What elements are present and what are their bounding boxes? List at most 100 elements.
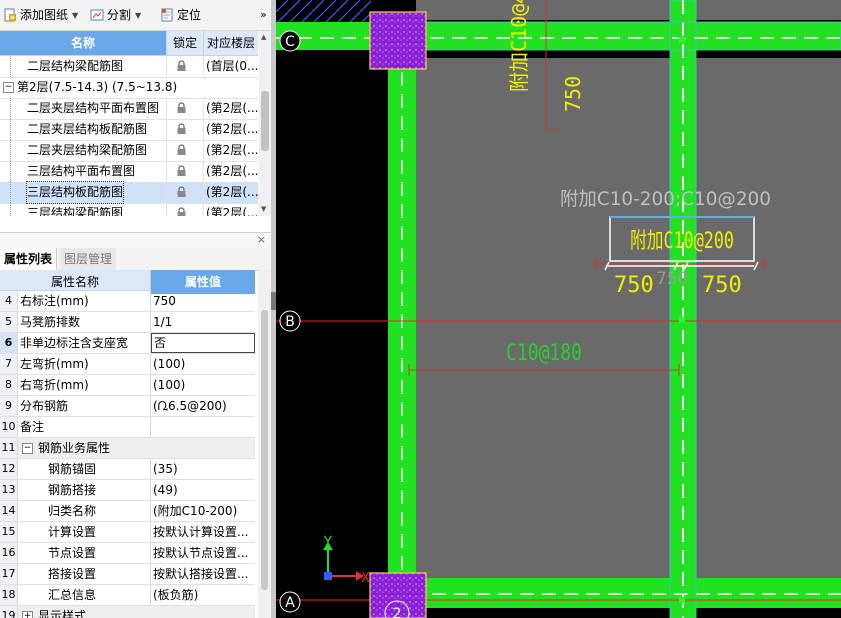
property-row[interactable]: 18 汇总信息 (板负筋) (0, 585, 255, 606)
scroll-down-icon[interactable]: ▼ (261, 205, 266, 213)
property-name: 归类名称 (48, 504, 97, 518)
tab-property-list[interactable]: 属性列表 (0, 248, 58, 270)
property-row[interactable]: 16 节点设置 按默认节点设置... (0, 543, 255, 564)
property-row[interactable]: 4 右标注(mm) 750 (0, 291, 255, 312)
property-value[interactable]: 按默认节点设置... (153, 543, 253, 563)
drawing-row[interactable]: 二层结构梁配筋图 (首层(0... (0, 56, 258, 78)
property-row[interactable]: 14 归类名称 (附加C10-200) (0, 501, 255, 522)
grip-point[interactable] (679, 37, 685, 43)
drawing-name: 三层结构平面布置图 (27, 164, 136, 178)
lock-icon[interactable] (176, 144, 187, 156)
axis-label-a: A (285, 595, 295, 611)
property-row[interactable]: 5 马凳筋排数 1/1 (0, 312, 255, 333)
wall-hatch (276, 0, 371, 22)
split-button[interactable]: 分割 ▼ (90, 6, 141, 24)
property-value[interactable]: (35) (153, 459, 253, 479)
property-row[interactable]: 12 钢筋锚固 (35) (0, 459, 255, 480)
gray-rebar-label: 附加C10-200;C10@200 (560, 188, 771, 210)
scrollbar-thumb[interactable] (261, 310, 268, 590)
property-name: 分布钢筋 (20, 399, 69, 413)
drawing-row[interactable]: 二层夹层结构板配筋图 (第2层(... (0, 119, 258, 141)
cad-drawing: C B A 2 附加C10@40 750 附加C10-200;C10@200 附… (276, 0, 841, 618)
lock-icon[interactable] (176, 165, 187, 177)
hidden-dim-label: 750 (656, 269, 688, 289)
property-name: 马凳筋排数 (20, 315, 81, 329)
property-group-row[interactable]: 11− 钢筋业务属性 (0, 438, 255, 459)
property-value[interactable]: (板负筋) (153, 585, 253, 605)
column-header-lock[interactable]: 锁定 (167, 31, 204, 55)
expand-icon[interactable]: + (22, 611, 33, 618)
lock-icon[interactable] (176, 60, 187, 72)
drawing-row[interactable]: 二层夹层结构梁配筋图 (第2层(... (0, 140, 258, 162)
drawing-row[interactable]: 二层夹层结构平面布置图 (第2层(... (0, 98, 258, 120)
property-row[interactable]: 10 备注 (0, 417, 255, 438)
row-number: 19 (0, 606, 18, 618)
row-number: 13 (0, 480, 18, 500)
column-header-name[interactable]: 名称 (0, 31, 167, 55)
drawing-toolbar: 添加图纸 ▼ 分割 ▼ 定位 » (0, 0, 271, 31)
collapse-icon[interactable]: − (3, 82, 14, 93)
column-header-floor[interactable]: 对应楼层 (204, 31, 258, 55)
row-number: 5 (0, 312, 18, 332)
cad-drawing-canvas[interactable]: C B A 2 附加C10@40 750 附加C10-200;C10@200 附… (276, 0, 841, 618)
lock-icon[interactable] (176, 123, 187, 135)
beam-axis-c (276, 22, 841, 50)
panel-splitter[interactable]: × (0, 232, 271, 249)
property-value[interactable]: (ᘩ6.5@200) (153, 396, 253, 416)
void-area (276, 50, 388, 618)
grip-point[interactable] (679, 597, 685, 603)
property-list-scrollbar[interactable] (258, 270, 271, 618)
property-value[interactable]: 按默认计算设置... (153, 522, 253, 542)
property-row[interactable]: 13 钢筋搭接 (49) (0, 480, 255, 501)
drawing-list-scrollbar[interactable]: ▲ ▼ (259, 31, 271, 216)
slab-panel (416, 58, 670, 578)
row-number: 12 (0, 459, 18, 479)
toolbar-more-button[interactable]: » (260, 6, 267, 24)
property-row[interactable]: 8 右弯折(mm) (100) (0, 375, 255, 396)
drawing-row[interactable]: 三层结构板配筋图 (第2层(... (0, 181, 258, 204)
axis-label-b: B (285, 314, 295, 330)
drawing-row[interactable]: 三层结构梁配筋图 (第2层(... (0, 203, 258, 216)
property-value[interactable]: (49) (153, 480, 253, 500)
vertical-dim-label: 750 (561, 76, 585, 112)
row-number: 17 (0, 564, 18, 584)
drawing-row[interactable]: 三层结构平面布置图 (第2层(... (0, 161, 258, 183)
scrollbar-thumb[interactable] (261, 91, 269, 151)
add-drawing-label: 添加图纸 (20, 8, 69, 22)
property-row[interactable]: 9 分布钢筋 (ᘩ6.5@200) (0, 396, 255, 417)
property-value[interactable]: 750 (153, 291, 253, 311)
property-value[interactable]: (附加C10-200) (153, 501, 253, 521)
scroll-up-icon[interactable]: ▲ (261, 33, 266, 41)
property-name: 搭接设置 (48, 567, 97, 581)
lock-icon[interactable] (176, 207, 187, 216)
split-label: 分割 (107, 8, 132, 22)
property-row[interactable]: 17 搭接设置 按默认搭接设置... (0, 564, 255, 585)
property-row[interactable]: 15 计算设置 按默认计算设置... (0, 522, 255, 543)
row-number: 8 (0, 375, 18, 395)
property-value[interactable]: (100) (153, 354, 253, 374)
lock-icon[interactable] (176, 186, 187, 198)
property-value-input[interactable]: 否 (151, 333, 255, 353)
grip-point[interactable] (679, 317, 685, 323)
floor-group-row[interactable]: − 第2层(7.5-14.3) (7.5~13.8) (0, 77, 258, 99)
ucs-x-label: X (361, 571, 370, 586)
drawing-floor: (第2层(... (206, 101, 258, 115)
property-name: 右弯折(mm) (20, 378, 89, 392)
tab-layer-management[interactable]: 图层管理 (60, 248, 117, 270)
property-group-row[interactable]: 19 + 显示样式 (0, 606, 255, 618)
axis-label-c: C (285, 34, 295, 50)
slab-panel (696, 58, 841, 578)
collapse-icon[interactable]: − (22, 443, 33, 454)
locate-button[interactable]: 定位 (160, 6, 201, 24)
drawing-name: 二层夹层结构平面布置图 (27, 101, 160, 115)
add-drawing-button[interactable]: 添加图纸 ▼ (3, 6, 78, 24)
property-value[interactable]: 按默认搭接设置... (153, 564, 253, 584)
property-row[interactable]: 7 左弯折(mm) (100) (0, 354, 255, 375)
property-value[interactable]: (100) (153, 375, 253, 395)
lock-icon[interactable] (176, 102, 187, 114)
drawing-name: 三层结构梁配筋图 (27, 206, 124, 216)
add-drawing-icon (4, 8, 16, 22)
close-icon[interactable]: × (257, 233, 266, 246)
property-value[interactable]: 1/1 (153, 312, 253, 332)
property-row[interactable]: 6 非单边标注含支座宽 否 (0, 333, 255, 354)
